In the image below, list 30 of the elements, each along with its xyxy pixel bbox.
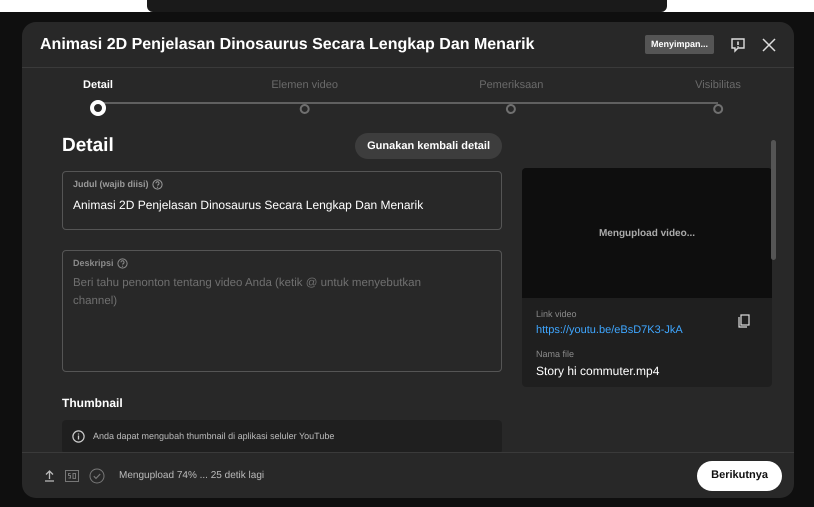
thumbnail-info: Anda dapat mengubah thumbnail di aplikasi seluler YouTube [93,430,334,443]
description-field[interactable]: Deskripsi Beri tahu penonton tentang video Anda (ketik @ untuk menyebutkan channel) [62,250,502,372]
sd-icon [65,470,79,482]
description-placeholder: Beri tahu penonton tentang video Anda (ketik @ untuk menyebutkan channel) [73,276,422,309]
scrollbar-thumb[interactable] [771,140,776,260]
title-value: Animasi 2D Penjelasan Dinosaurus Secara Lengkap Dan Menarik [73,197,424,214]
feedback-icon[interactable] [730,36,746,52]
reuse-details-button[interactable]: Gunakan kembali detail [355,133,502,160]
upload-progress-text: Mengupload 74% ... 25 detik lagi [119,469,264,483]
help-icon[interactable] [152,178,163,190]
saving-status: Menyimpan... [644,34,714,54]
file-name: Story hi commuter.mp4 [536,362,660,380]
title-field[interactable]: Judul (wajib diisi) Animasi 2D Penjelasan Dinosaurus Secara Lengkap Dan Menarik [62,170,502,230]
section-heading: Detail [62,134,114,158]
check-circle-icon [89,468,105,484]
file-name-label: Nama file [536,348,576,361]
upload-icon [44,469,55,482]
thumbnail-heading: Thumbnail [62,394,124,412]
dialog-title: Animasi 2D Penjelasan Dinosaurus Secara Lengkap Dan Menarik [40,34,534,54]
video-link[interactable]: https://youtu.be/eBsD7K3-JkA [536,322,758,338]
copy-icon[interactable] [738,314,750,328]
upload-status: Mengupload video... [598,226,696,240]
field-label: Judul (wajib diisi) [73,178,149,191]
next-button[interactable]: Berikutnya [697,460,782,490]
info-icon [72,430,85,443]
link-label: Link video [536,308,577,321]
field-label: Deskripsi [73,256,114,270]
step-label[interactable]: Detail [83,77,113,94]
close-icon[interactable] [762,38,776,52]
help-icon[interactable] [116,258,128,269]
